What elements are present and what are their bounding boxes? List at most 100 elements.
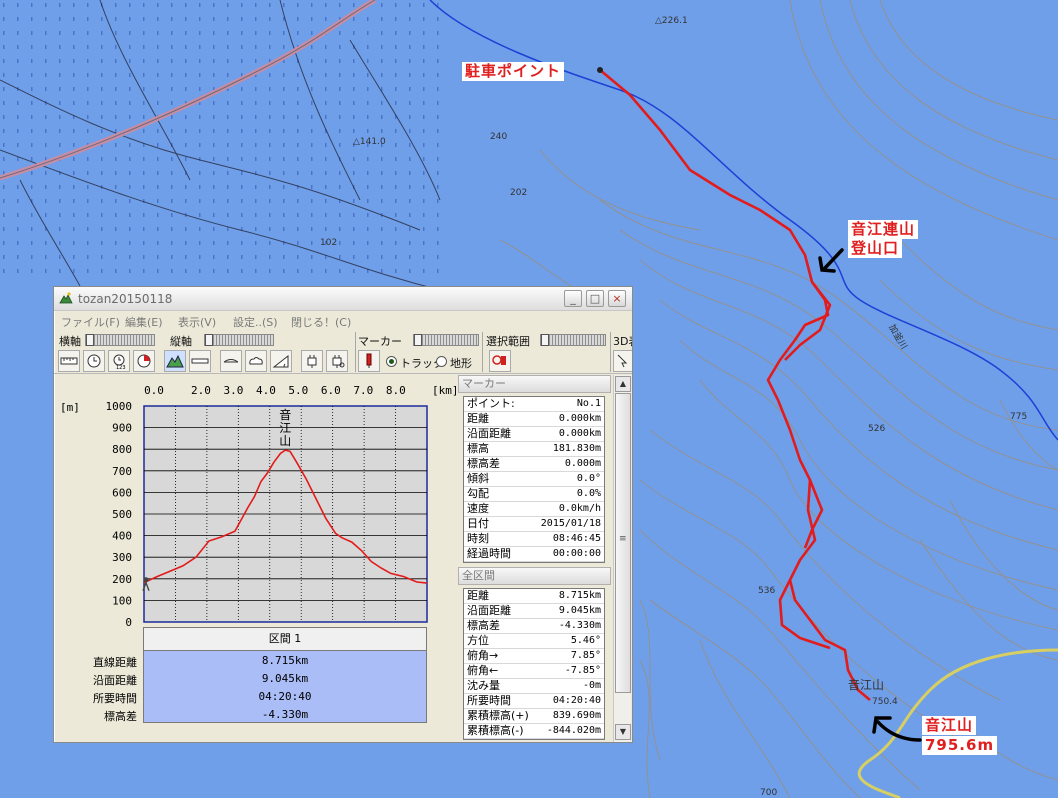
surface-distance-label: 沿面距離	[93, 674, 137, 687]
info-row-key: 累積標高(+)	[467, 709, 529, 722]
title-bar[interactable]: tozan20150118 _ □ ×	[54, 287, 632, 311]
menu-view[interactable]: 表示(V)	[178, 314, 216, 330]
scroll-down-arrow[interactable]: ▼	[615, 724, 631, 740]
close-button[interactable]: ×	[608, 290, 626, 307]
info-row-value: 0.000km	[558, 413, 601, 424]
y-axis-slider[interactable]	[204, 334, 274, 346]
marker-pin-icon	[366, 353, 372, 368]
info-row-key: 時刻	[467, 532, 489, 545]
x-tick-label: 3.0	[223, 384, 243, 397]
info-row-key: 所要時間	[467, 694, 511, 707]
ruler-button[interactable]	[58, 350, 80, 372]
cloud-shape-button[interactable]	[245, 350, 267, 372]
cloud-button[interactable]	[220, 350, 242, 372]
spot-height: 202	[510, 188, 528, 198]
radio-track[interactable]	[386, 356, 397, 367]
section-header: 区間 1	[143, 627, 427, 651]
info-row: 所要時間 04:20:40	[464, 694, 604, 709]
mountain-app-icon	[59, 292, 73, 304]
spot-height: 750.4	[872, 697, 898, 707]
x-axis-slider[interactable]	[85, 334, 155, 346]
marker-slider[interactable]	[413, 334, 479, 346]
y-tick-label: 300	[112, 551, 132, 564]
info-row: 沿面距離 0.000km	[464, 427, 604, 442]
x-tick-label: 5.0	[288, 384, 308, 397]
pie-clock-button[interactable]	[133, 350, 155, 372]
plug-icon	[307, 355, 317, 368]
cloud-icon	[223, 359, 239, 363]
clock-123-button[interactable]: 123	[108, 350, 130, 372]
track-marker-button[interactable]	[489, 350, 511, 372]
elevation-diff-label: 標高差	[104, 710, 137, 723]
slope-angle-icon	[272, 354, 289, 368]
info-row-key: 沿面距離	[467, 427, 511, 440]
info-row: 沿面距離 9.045km	[464, 604, 604, 619]
scroll-grip-icon: ≡	[619, 534, 627, 544]
spot-height: 526	[868, 424, 886, 434]
trailhead-label: 音江連山	[848, 220, 919, 239]
required-time-label: 所要時間	[93, 692, 137, 705]
info-row-value: 8.715km	[558, 590, 601, 601]
range-slider[interactable]	[540, 334, 606, 346]
info-row-key: 勾配	[467, 487, 489, 500]
info-row-value: -0m	[582, 680, 601, 691]
info-row: 累積標高(+) 839.690m	[464, 709, 604, 724]
plug-settings-button[interactable]	[326, 350, 348, 372]
spot-height: 775	[1010, 412, 1028, 422]
tozan-window[interactable]: tozan20150118 _ □ × ファイル(F) 編集(E) 表示(V) …	[53, 286, 633, 743]
3d-label: 3D表	[613, 335, 632, 348]
map-peak-name: 音江山	[848, 678, 885, 692]
info-row-value: 839.690m	[552, 710, 601, 721]
peak-annotation-char: 山	[279, 434, 291, 448]
info-row-value: -4.330m	[558, 620, 601, 631]
menu-settings[interactable]: 設定..(S)	[233, 314, 278, 330]
pointer-button[interactable]	[613, 350, 632, 372]
track-marker-icon	[492, 355, 506, 365]
pointer-icon	[617, 354, 628, 368]
maximize-button[interactable]: □	[586, 290, 604, 307]
panel-scrollbar[interactable]: ▲ ≡ ▼	[613, 375, 631, 742]
y-tick-label: 800	[112, 443, 132, 456]
menu-file[interactable]: ファイル(F)	[61, 314, 120, 330]
straight-distance-label: 直線距離	[93, 656, 137, 669]
trailhead-label-2: 登山口	[848, 239, 903, 258]
clock-button[interactable]	[83, 350, 105, 372]
cloud-shape-icon	[249, 357, 263, 365]
info-row: 速度 0.0km/h	[464, 502, 604, 517]
total-panel-header[interactable]: 全区間	[458, 567, 611, 585]
window-title: tozan20150118	[78, 292, 173, 306]
scroll-up-arrow[interactable]: ▲	[615, 376, 631, 392]
plug-button[interactable]	[301, 350, 323, 372]
marker-info-table: ポイント: No.1 距離 0.000km 沿面距離 0.000km 標高 181.830m 標…	[463, 396, 605, 563]
ruler-small-button[interactable]	[189, 350, 211, 372]
elevation-graph-area[interactable]: 0.0 2.0 3.0 4.0 5.0 6.0 7.0 8.0 1000 900 800 700 60…	[56, 375, 456, 742]
info-row: 傾斜 0.0°	[464, 472, 604, 487]
menu-edit[interactable]: 編集(E)	[125, 314, 163, 330]
slope-angle-button[interactable]	[270, 350, 292, 372]
summit-label: 音江山	[922, 716, 977, 735]
clock-icon	[87, 354, 101, 368]
minimize-button[interactable]: _	[564, 290, 582, 307]
info-row-value: 0.0%	[576, 488, 601, 499]
marker-panel-header[interactable]: マーカー	[458, 375, 611, 393]
mountain-profile-button[interactable]	[164, 350, 186, 372]
menu-close[interactable]: 閉じる！(C)	[291, 314, 351, 330]
y-tick-label: 700	[112, 465, 132, 478]
surface-distance-value: 9.045km	[261, 672, 309, 685]
info-row: 累積標高(-) -844.020m	[464, 724, 604, 739]
info-row-key: 速度	[467, 502, 489, 515]
spot-height: 536	[758, 586, 776, 596]
info-row-value: 00:00:00	[552, 548, 601, 559]
spot-height: 700	[760, 788, 778, 798]
radio-terrain[interactable]	[436, 356, 447, 367]
radio-terrain-label: 地形	[450, 357, 472, 370]
info-row-value: 0.0°	[576, 473, 601, 484]
scroll-thumb[interactable]: ≡	[615, 393, 631, 693]
info-row-key: 標高	[467, 442, 489, 455]
parking-point-marker[interactable]	[597, 67, 603, 73]
info-row-key: ポイント:	[467, 397, 515, 410]
ruler-small-icon	[191, 358, 209, 364]
y-axis-unit: [m]	[60, 401, 80, 414]
elevation-profile-chart[interactable]: 0.0 2.0 3.0 4.0 5.0 6.0 7.0 8.0 100090080070060…	[56, 375, 456, 627]
marker-pin-button[interactable]	[358, 350, 380, 372]
